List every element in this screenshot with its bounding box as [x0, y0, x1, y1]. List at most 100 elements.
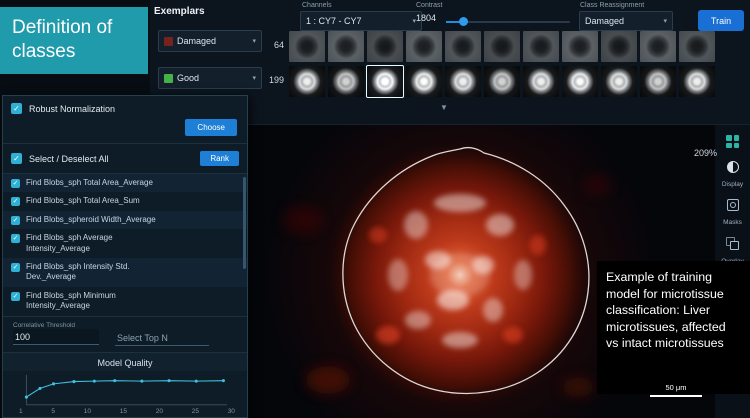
class-color-swatch — [164, 73, 173, 83]
exemplar-thumbnail[interactable] — [601, 31, 637, 62]
chevron-down-icon: ▾ — [663, 18, 667, 25]
contrast-icon[interactable] — [726, 161, 739, 173]
exemplar-thumbnail[interactable] — [523, 66, 559, 97]
choose-button[interactable]: Choose — [185, 119, 237, 136]
exemplar-thumbnail[interactable] — [406, 31, 442, 62]
exemplar-thumbnail[interactable] — [484, 66, 520, 97]
class-reassignment-value: Damaged — [585, 16, 625, 26]
threshold-section: Correlative Threshold 100 Select Top N — [3, 317, 247, 353]
channels-value: 1 : CY7 - CY7 — [306, 16, 362, 26]
toolbar-label-masks[interactable]: Masks — [723, 219, 742, 226]
exemplar-thumbnail[interactable] — [562, 66, 598, 97]
class-selector-label: Damaged — [177, 36, 217, 46]
train-button[interactable]: Train — [698, 10, 744, 31]
zoom-level[interactable]: 209% — [694, 148, 717, 158]
choose-row: Choose — [3, 116, 247, 144]
contrast-value: 1804 — [416, 13, 437, 23]
model-quality-x-axis: 1 5 10 15 20 25 30 — [3, 408, 247, 417]
toolbar-label-display[interactable]: Display — [722, 181, 743, 188]
caption-box: Example of training model for microtissu… — [597, 261, 750, 394]
select-top-n-field[interactable]: Select Top N — [115, 322, 209, 346]
correlative-threshold-input[interactable]: 100 — [13, 328, 99, 345]
exemplar-thumbnail[interactable] — [367, 31, 403, 62]
feature-row[interactable]: Find Blobs_sph Total Area_Sum — [3, 192, 247, 210]
feature-row[interactable]: Find Blobs_sph Minimum Intensity_Average — [3, 287, 247, 316]
exemplar-thumbnail[interactable] — [328, 66, 364, 97]
exemplar-thumbnail[interactable] — [679, 31, 715, 62]
exemplar-thumbnail[interactable] — [445, 31, 481, 62]
class-selector-good[interactable]: Good ▾ — [158, 67, 262, 89]
feature-row[interactable]: Find Blobs_sph Total Area_Average — [3, 174, 247, 193]
contrast-label: Contrast — [416, 2, 443, 9]
exemplar-thumbnail-selected[interactable] — [366, 65, 404, 98]
feature-checkbox[interactable] — [11, 179, 20, 188]
correlative-threshold-label: Correlative Threshold — [13, 321, 76, 329]
class-selector-damaged[interactable]: Damaged ▾ — [158, 30, 262, 52]
feature-row[interactable]: Find Blobs_sph Average Intensity_Average — [3, 229, 247, 258]
rank-button[interactable]: Rank — [200, 151, 239, 166]
channels-label: Channels — [302, 2, 332, 9]
exemplar-row-count: 199 — [268, 75, 284, 85]
exemplar-row-count: 64 — [273, 40, 284, 50]
feature-label: Find Blobs_sph Intensity Std. Dev._Avera… — [26, 261, 130, 282]
feature-list-scrollbar[interactable] — [243, 177, 246, 269]
feature-row[interactable]: Find Blobs_sph Intensity Std. Dev._Avera… — [3, 257, 247, 287]
feature-label: Find Blobs_sph Total Area_Average — [26, 178, 153, 187]
feature-checkbox[interactable] — [11, 291, 20, 301]
exemplars-title: Exemplars — [154, 6, 205, 17]
feature-list: Find Blobs_sph Total Area_Average Find B… — [3, 174, 247, 317]
select-all-label: Select / Deselect All — [29, 153, 109, 164]
apps-grid-icon[interactable] — [726, 135, 739, 148]
expand-chevron-icon[interactable]: ▼ — [440, 103, 448, 112]
exemplar-thumbnail[interactable] — [406, 66, 442, 97]
app-root: Exemplars Damaged ▾ Good ▾ Channels 1 : … — [0, 0, 750, 418]
class-reassignment-dropdown[interactable]: Damaged ▾ — [579, 11, 673, 31]
exemplar-thumbnail[interactable] — [289, 31, 325, 62]
scale-bar-label: 50 μm — [665, 383, 687, 392]
chevron-down-icon: ▾ — [252, 75, 256, 82]
model-quality-chart — [24, 374, 228, 405]
feature-label: Find Blobs_sph Total Area_Sum — [26, 196, 140, 206]
exemplar-thumbnail[interactable] — [679, 66, 715, 97]
x-tick: 10 — [83, 408, 91, 415]
x-tick: 15 — [119, 408, 127, 415]
feature-label: Find Blobs_spheroid Width_Average — [26, 214, 156, 224]
x-tick: 1 — [19, 408, 23, 415]
contrast-slider-handle[interactable] — [459, 17, 468, 26]
feature-checkbox[interactable] — [11, 262, 20, 272]
robust-normalization-checkbox[interactable] — [11, 103, 22, 114]
overlay-icon[interactable] — [726, 237, 739, 250]
feature-checkbox[interactable] — [11, 234, 20, 244]
select-all-checkbox[interactable] — [11, 153, 22, 164]
exemplar-thumbnail[interactable] — [523, 31, 559, 62]
exemplar-row-good — [289, 65, 718, 98]
exemplar-thumbnail[interactable] — [328, 31, 364, 62]
feature-label: Find Blobs_sph Minimum Intensity_Average — [26, 290, 116, 311]
class-selector-label: Good — [177, 73, 200, 83]
scale-bar: 50 μm — [650, 383, 702, 397]
exemplar-thumbnail[interactable] — [601, 66, 637, 97]
exemplar-thumbnail[interactable] — [484, 31, 520, 62]
feature-checkbox[interactable] — [11, 215, 20, 225]
correlative-threshold-group: Correlative Threshold 100 — [13, 322, 99, 346]
class-color-swatch — [164, 36, 173, 46]
exemplar-thumbnail[interactable] — [640, 66, 676, 97]
title-card: Definition of classes — [0, 7, 148, 74]
x-tick: 25 — [191, 408, 199, 415]
exemplar-thumbnail[interactable] — [289, 66, 325, 97]
feature-label: Find Blobs_sph Average Intensity_Average — [26, 233, 113, 253]
x-tick: 20 — [155, 408, 163, 415]
scale-bar-line — [650, 395, 702, 397]
class-reassignment-label: Class Reassignment — [580, 2, 645, 9]
exemplar-thumbnail[interactable] — [640, 31, 676, 62]
exemplar-thumbnail[interactable] — [445, 66, 481, 97]
feature-checkbox[interactable] — [11, 197, 20, 207]
robust-normalization-label: Robust Normalization — [29, 103, 116, 114]
channels-dropdown[interactable]: 1 : CY7 - CY7 ▾ — [300, 11, 422, 31]
robust-normalization-row: Robust Normalization — [3, 96, 247, 116]
x-tick: 30 — [227, 408, 235, 415]
feature-selection-panel: Robust Normalization Choose Select / Des… — [2, 95, 248, 418]
feature-row[interactable]: Find Blobs_spheroid Width_Average — [3, 210, 247, 230]
exemplar-thumbnail[interactable] — [562, 31, 598, 62]
mask-icon[interactable] — [726, 199, 739, 211]
